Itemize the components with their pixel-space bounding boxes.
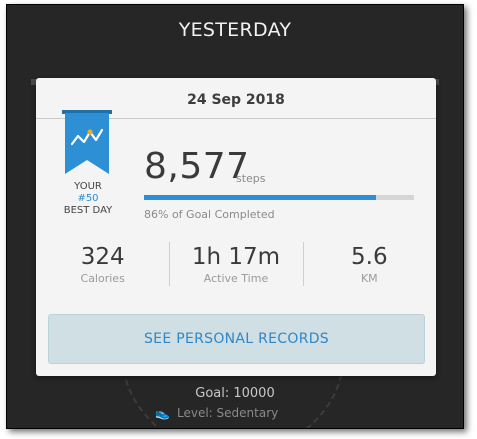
- page-title: YESTERDAY: [178, 19, 292, 41]
- stat-active-time: 1h 17m Active Time: [169, 238, 302, 288]
- badge-rank: #50: [77, 193, 99, 204]
- stat-value: 1h 17m: [191, 244, 281, 270]
- badge-line-best-day: BEST DAY: [63, 205, 113, 216]
- stat-label: Active Time: [203, 272, 269, 285]
- summary-date: 24 Sep 2018: [187, 92, 285, 108]
- steps-unit: steps: [236, 172, 266, 185]
- shoe-icon: 👟: [155, 406, 170, 420]
- yesterday-summary-dialog: 24 Sep 2018 YOUR #50 BEST DAY 8,577 step…: [36, 78, 436, 376]
- steps-count: 8,577: [144, 146, 250, 187]
- goal-completed-text: 86% of Goal Completed: [144, 208, 275, 221]
- see-personal-records-button[interactable]: SEE PERSONAL RECORDS: [48, 314, 425, 364]
- stat-label: KM: [360, 272, 378, 285]
- background-level-text: Level: Sedentary: [177, 406, 279, 420]
- stat-value: 5.6: [351, 244, 388, 270]
- badge-line-your: YOUR: [74, 181, 102, 192]
- background-goal-text: Goal: 10000: [195, 386, 275, 401]
- goal-progress-fill: [144, 195, 377, 200]
- ribbon-chart-icon: [62, 110, 112, 174]
- stat-calories: 324 Calories: [36, 238, 169, 288]
- stats-row: 324 Calories 1h 17m Active Time 5.6 KM: [36, 238, 436, 288]
- stat-distance: 5.6 KM: [302, 238, 436, 288]
- goal-progress-bar: [144, 195, 414, 200]
- background-level: 👟 Level: Sedentary: [155, 406, 278, 420]
- app-window: YESTERDAY Goal: 10000 👟 Level: Sedentary…: [6, 4, 464, 429]
- best-day-badge: YOUR #50 BEST DAY: [52, 181, 124, 217]
- stat-label: Calories: [80, 272, 125, 285]
- stat-value: 324: [80, 244, 125, 270]
